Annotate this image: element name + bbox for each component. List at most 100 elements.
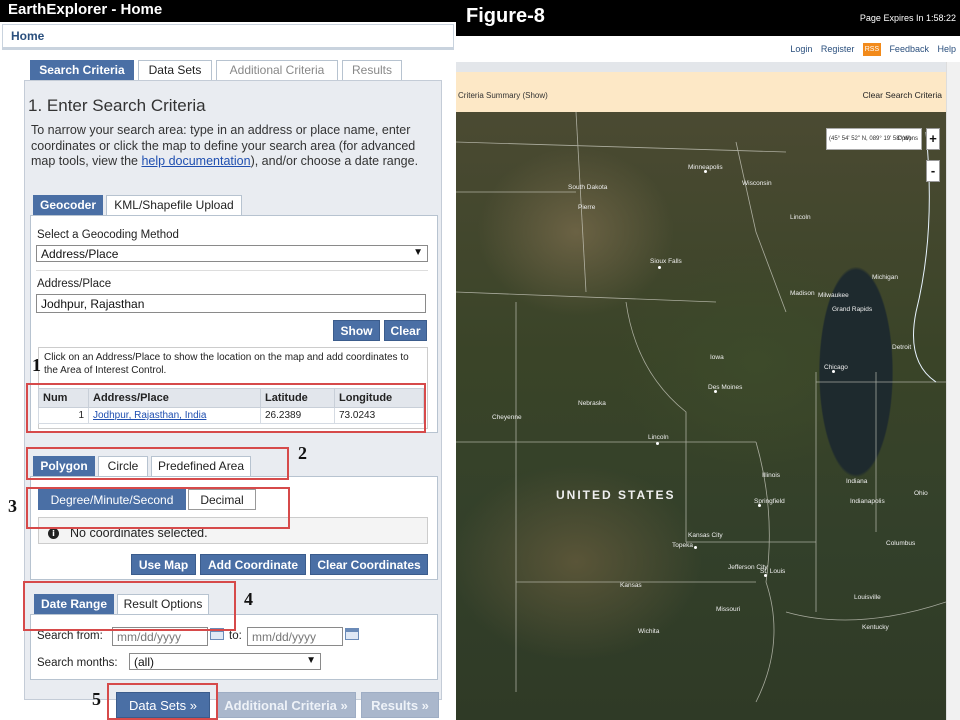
criteria-summary-label[interactable]: Criteria Summary (Show) bbox=[458, 91, 548, 100]
map-pane: Figure-8 Page Expires In 1:58:22 Login R… bbox=[456, 0, 960, 720]
map-label: Milwaukee bbox=[818, 292, 849, 299]
tab-data-sets[interactable]: Data Sets bbox=[138, 60, 212, 80]
state-border bbox=[785, 601, 946, 621]
map-label: Grand Rapids bbox=[832, 306, 873, 313]
state-border bbox=[456, 291, 717, 303]
map-label: Kansas City bbox=[688, 532, 723, 539]
map-label: Michigan bbox=[872, 274, 899, 281]
zoom-out-button[interactable]: - bbox=[926, 160, 940, 182]
city-marker bbox=[714, 390, 717, 393]
state-border bbox=[625, 301, 687, 542]
date-to-input[interactable]: mm/dd/yyyy bbox=[247, 627, 343, 646]
city-marker bbox=[656, 442, 659, 445]
map-label: Kansas bbox=[620, 582, 642, 589]
calendar-icon[interactable] bbox=[345, 628, 359, 640]
page-scrollbar[interactable] bbox=[946, 62, 960, 720]
show-button[interactable]: Show bbox=[333, 320, 380, 341]
to-label: to: bbox=[229, 630, 242, 642]
use-map-button[interactable]: Use Map bbox=[131, 554, 196, 575]
annotation-box-4 bbox=[23, 581, 236, 631]
city-marker bbox=[658, 266, 661, 269]
feedback-link[interactable]: Feedback bbox=[889, 44, 929, 54]
top-nav: Login Register RSS Feedback Help bbox=[784, 43, 956, 56]
map-label: Indianapolis bbox=[850, 498, 885, 505]
map-label: Wisconsin bbox=[742, 180, 772, 187]
annotation-box-3 bbox=[26, 487, 290, 529]
state-border bbox=[575, 112, 587, 293]
map-label: Chicago bbox=[824, 364, 848, 371]
map-label: Madison bbox=[790, 290, 815, 297]
map-label: Illinois bbox=[762, 472, 781, 479]
search-months-label: Search months: bbox=[37, 657, 118, 669]
dropdown-arrow-icon: ▼ bbox=[306, 655, 316, 666]
clear-search-criteria-link[interactable]: Clear Search Criteria bbox=[863, 90, 942, 100]
annotation-number-4: 4 bbox=[244, 589, 253, 609]
rss-icon[interactable]: RSS bbox=[862, 43, 881, 56]
map-label: Cheyenne bbox=[492, 414, 522, 421]
map-label: Kentucky bbox=[862, 624, 889, 631]
tab-results[interactable]: Results bbox=[342, 60, 402, 80]
map-label: Nebraska bbox=[578, 400, 606, 407]
map-label: Pierre bbox=[578, 204, 596, 211]
add-coordinate-button[interactable]: Add Coordinate bbox=[200, 554, 306, 575]
address-input[interactable]: Jodhpur, Rajasthan bbox=[36, 294, 426, 313]
annotation-number-2: 2 bbox=[298, 443, 307, 463]
tab-additional-criteria[interactable]: Additional Criteria bbox=[216, 60, 338, 80]
page-expires: Page Expires In 1:58:22 bbox=[859, 13, 956, 23]
map-label: Sioux Falls bbox=[650, 258, 682, 265]
map-label: Detroit bbox=[892, 344, 912, 351]
register-link[interactable]: Register bbox=[821, 44, 855, 54]
clear-coordinates-button[interactable]: Clear Coordinates bbox=[310, 554, 428, 575]
city-marker bbox=[764, 574, 767, 577]
zoom-in-button[interactable]: + bbox=[926, 128, 940, 150]
map-label: South Dakota bbox=[568, 184, 608, 191]
tab-geocoder[interactable]: Geocoder bbox=[33, 195, 103, 215]
results-help-text: Click on an Address/Place to show the lo… bbox=[44, 352, 409, 376]
annotation-number-1: 1 bbox=[32, 355, 41, 375]
city-marker bbox=[704, 170, 707, 173]
help-link[interactable]: Help bbox=[937, 44, 956, 54]
map-label: Indiana bbox=[846, 478, 868, 485]
state-border bbox=[735, 141, 787, 313]
dropdown-arrow-icon: ▼ bbox=[413, 247, 423, 258]
annotation-number-5: 5 bbox=[92, 689, 101, 709]
annotation-box-5 bbox=[107, 683, 218, 720]
search-from-label: Search from: bbox=[37, 630, 103, 642]
map-label: Iowa bbox=[710, 354, 724, 361]
header-strip bbox=[456, 62, 946, 72]
login-link[interactable]: Login bbox=[790, 44, 812, 54]
map-label: Topeka bbox=[672, 542, 693, 549]
screenshot-root: EarthExplorer - Home Home Search Criteri… bbox=[0, 0, 960, 720]
search-months-select[interactable]: (all) ▼ bbox=[129, 653, 321, 670]
intro-text: To narrow your search area: type in an a… bbox=[31, 123, 419, 168]
earthexplorer-pane: EarthExplorer - Home Home Search Criteri… bbox=[0, 0, 456, 720]
map-label: Lincoln bbox=[790, 214, 811, 221]
map-label-country: UNITED STATES bbox=[556, 488, 676, 502]
results-button[interactable]: Results » bbox=[361, 692, 439, 718]
clear-button[interactable]: Clear bbox=[384, 320, 427, 341]
home-link[interactable]: Home bbox=[11, 29, 44, 43]
annotation-number-3: 3 bbox=[8, 496, 17, 516]
city-marker bbox=[758, 504, 761, 507]
figure-title: Figure-8 bbox=[466, 5, 545, 27]
coordinate-readout: (45° 54' 52" N, 089° 19' 58" W) Options bbox=[826, 128, 922, 150]
satellite-map[interactable]: UNITED STATES Minneapolis Wisconsin Sout… bbox=[456, 112, 946, 720]
divider bbox=[36, 270, 428, 271]
help-documentation-link[interactable]: help documentation bbox=[141, 154, 250, 168]
map-label: Missouri bbox=[716, 606, 741, 613]
annotation-box-1 bbox=[26, 383, 426, 433]
map-label: Columbus bbox=[886, 540, 916, 547]
additional-criteria-button[interactable]: Additional Criteria » bbox=[216, 692, 356, 718]
geocoding-method-label: Select a Geocoding Method bbox=[37, 229, 179, 241]
geocoding-method-select[interactable]: Address/Place ▼ bbox=[36, 245, 428, 262]
map-label: Ohio bbox=[914, 490, 928, 497]
map-label: Lincoln bbox=[648, 434, 669, 441]
city-marker bbox=[694, 546, 697, 549]
map-options-link[interactable]: Options bbox=[897, 136, 918, 142]
tab-kml-upload[interactable]: KML/Shapefile Upload bbox=[106, 195, 242, 215]
map-label: Wichita bbox=[638, 628, 660, 635]
criteria-summary-bar: Criteria Summary (Show) Clear Search Cri… bbox=[456, 72, 946, 112]
tab-search-criteria[interactable]: Search Criteria bbox=[30, 60, 134, 80]
city-marker bbox=[832, 370, 835, 373]
home-bar: Home bbox=[2, 24, 454, 50]
